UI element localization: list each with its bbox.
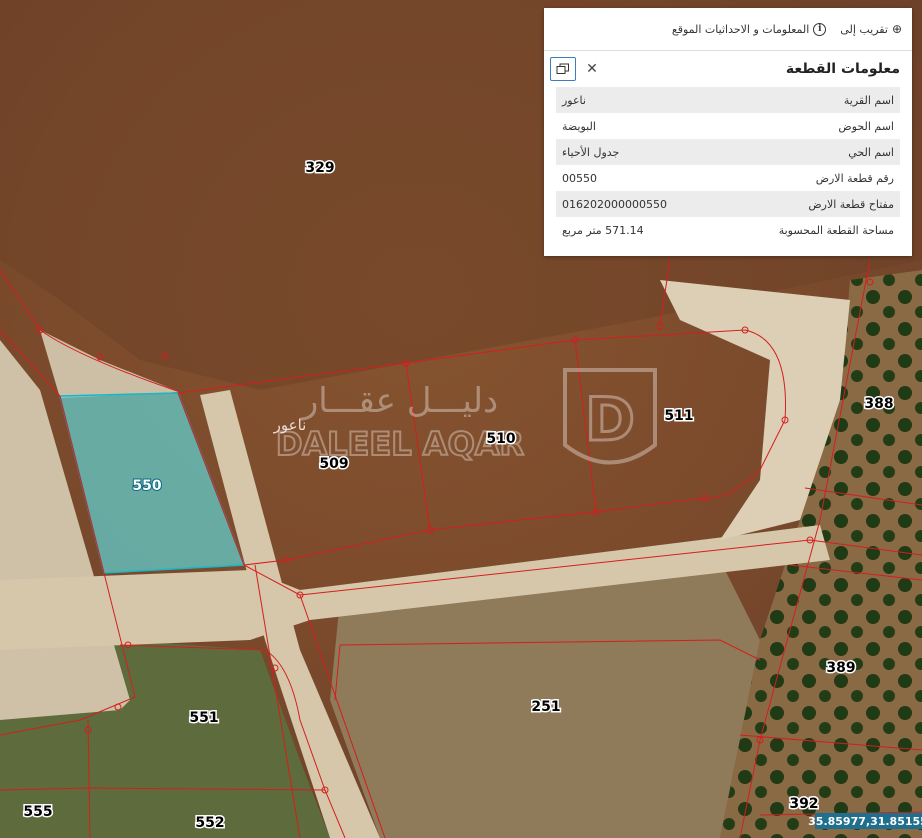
- panel-toolbar: ⊕ تقريب إلى i المعلومات و الاحداثيات الم…: [544, 8, 912, 51]
- restore-icon: [556, 63, 569, 74]
- plot-label[interactable]: 509: [318, 455, 350, 474]
- plot-label[interactable]: 555: [22, 803, 54, 822]
- location-info-link[interactable]: i المعلومات و الاحداثيات الموقع: [671, 22, 827, 36]
- svg-text:D: D: [585, 385, 635, 455]
- info-icon: i: [813, 22, 827, 36]
- info-row-label: مفتاح قطعة الارض: [808, 197, 894, 211]
- info-row: مساحة القطعة المحسوبة 571.14 متر مربع: [556, 217, 900, 243]
- svg-text:35.85977,31.85155: 35.85977,31.85155: [808, 815, 922, 828]
- info-row-label: اسم الحوض: [838, 119, 894, 133]
- coordinates-readout: 35.85977,31.85155: [808, 813, 922, 829]
- info-row-value: ناعور: [562, 93, 586, 107]
- info-row-label: مساحة القطعة المحسوبة: [778, 223, 894, 237]
- close-icon: ✕: [586, 61, 598, 77]
- zoom-in-icon: ⊕: [891, 22, 902, 36]
- info-row: اسم القرية ناعور: [556, 87, 900, 113]
- plot-label[interactable]: 510: [485, 430, 517, 449]
- info-row: اسم الحوض البويضة: [556, 113, 900, 139]
- plot-info-panel: ⊕ تقريب إلى i المعلومات و الاحداثيات الم…: [544, 8, 912, 256]
- info-row-label: اسم القرية: [843, 93, 894, 107]
- info-row-label: اسم الحي: [848, 145, 894, 159]
- info-table: اسم القرية ناعور اسم الحوض البويضة اسم الحي ج…: [556, 87, 900, 243]
- plot-label[interactable]: 389: [825, 659, 857, 678]
- plot-label[interactable]: 251: [530, 698, 562, 717]
- plot-label[interactable]: 392: [788, 795, 820, 814]
- close-button[interactable]: ✕: [580, 58, 604, 80]
- restore-window-button[interactable]: [550, 57, 576, 81]
- info-row-label: رقم قطعة الارض: [815, 171, 894, 185]
- info-row: رقم قطعة الارض 00550: [556, 165, 900, 191]
- plot-label[interactable]: 511: [663, 407, 695, 426]
- plot-label[interactable]: 329: [304, 159, 336, 178]
- info-row-value: جدول الأحياء: [562, 145, 620, 159]
- plot-label[interactable]: 550: [131, 477, 162, 495]
- info-row-value: البويضة: [562, 119, 596, 133]
- info-row: اسم الحي جدول الأحياء: [556, 139, 900, 165]
- panel-header-buttons: ✕: [550, 57, 604, 81]
- plot-label[interactable]: 552: [194, 814, 226, 833]
- info-row-value: 00550: [562, 171, 597, 185]
- plot-label[interactable]: 551: [188, 709, 220, 728]
- panel-title: معلومات القطعة: [785, 61, 900, 77]
- zoom-to-link[interactable]: ⊕ تقريب إلى: [840, 22, 902, 36]
- svg-text:دليـــل عقـــار: دليـــل عقـــار: [300, 381, 498, 421]
- plot-label[interactable]: 388: [863, 395, 895, 414]
- place-label: ناعور: [273, 416, 307, 434]
- zoom-to-label: تقريب إلى: [840, 22, 888, 36]
- info-row-value: 571.14 متر مربع: [562, 223, 644, 237]
- info-row: مفتاح قطعة الارض 016202000000550: [556, 191, 900, 217]
- info-row-value: 016202000000550: [562, 197, 667, 211]
- location-info-label: المعلومات و الاحداثيات الموقع: [671, 22, 810, 36]
- panel-header: معلومات القطعة ✕: [544, 51, 912, 87]
